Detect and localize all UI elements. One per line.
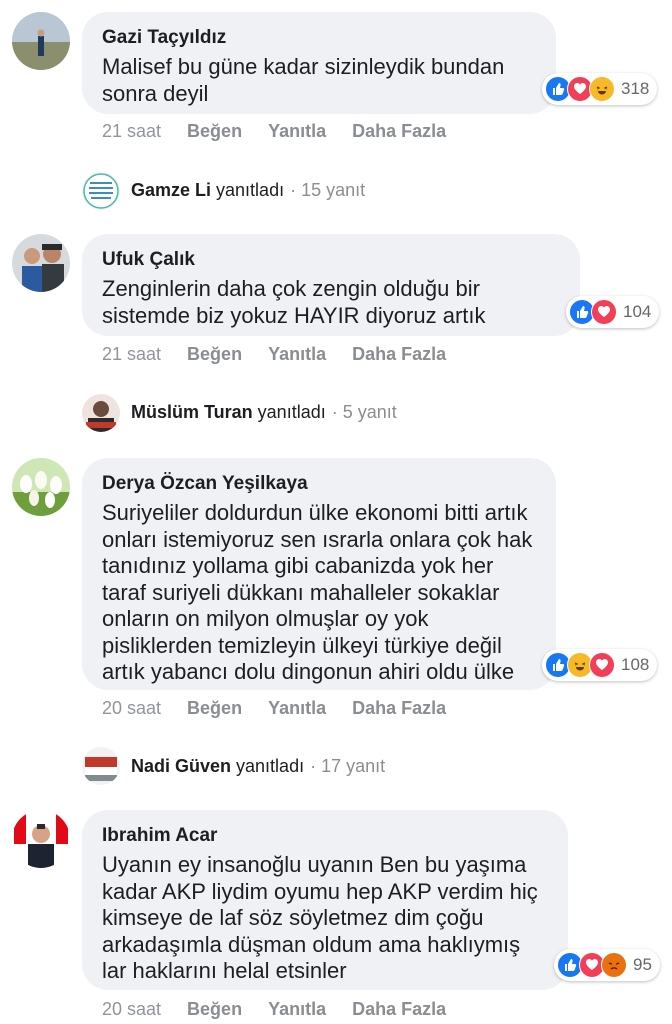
- reply-avatar[interactable]: [82, 747, 120, 785]
- reactions-summary[interactable]: 318: [542, 73, 658, 105]
- reaction-count: 104: [623, 302, 652, 321]
- comment-author[interactable]: Ufuk Çalık: [102, 248, 560, 272]
- comment-time[interactable]: 21 saat: [102, 121, 161, 142]
- angry-icon: [601, 952, 627, 978]
- more-button[interactable]: Daha Fazla: [352, 121, 446, 142]
- reply-author[interactable]: Gamze Li: [131, 180, 211, 201]
- more-button[interactable]: Daha Fazla: [352, 344, 446, 365]
- reply-verb: yanıtladı: [257, 402, 326, 422]
- love-icon: [591, 299, 617, 325]
- comment-text: Zenginlerin daha çok zengin olduğu bir s…: [102, 276, 486, 328]
- haha-icon: [589, 76, 615, 102]
- comment-author[interactable]: Ibrahim Acar: [102, 824, 548, 848]
- reactions-summary[interactable]: 95: [554, 949, 660, 981]
- reply-avatar[interactable]: [82, 172, 120, 210]
- reactions-summary[interactable]: 104: [566, 296, 660, 328]
- more-button[interactable]: Daha Fazla: [352, 999, 446, 1020]
- comment-author[interactable]: Gazi Taçyıldız: [102, 26, 536, 50]
- reply-button[interactable]: Yanıtla: [268, 999, 326, 1020]
- reply-count[interactable]: · 17 yanıt: [310, 756, 385, 777]
- reply-button[interactable]: Yanıtla: [268, 698, 326, 719]
- avatar[interactable]: [12, 234, 70, 292]
- avatar[interactable]: [12, 458, 70, 516]
- reaction-count: 108: [621, 655, 650, 674]
- reply-verb: yanıtladı: [216, 180, 285, 200]
- comment-text: Suriyeliler doldurdun ülke ekonomi bitti…: [102, 500, 533, 684]
- reply-avatar[interactable]: [82, 394, 120, 432]
- comment-bubble: Gazi Taçyıldız Malisef bu güne kadar siz…: [82, 12, 556, 114]
- reply-button[interactable]: Yanıtla: [268, 344, 326, 365]
- comment-time[interactable]: 20 saat: [102, 999, 161, 1020]
- comment-bubble: Ibrahim Acar Uyanın ey insanoğlu uyanın …: [82, 810, 568, 990]
- reply-summary[interactable]: Nadi Güven yanıtladı · 17 yanıt: [131, 756, 385, 777]
- reply-count[interactable]: · 15 yanıt: [290, 180, 365, 201]
- reply-button[interactable]: Yanıtla: [268, 121, 326, 142]
- comment-text: Uyanın ey insanoğlu uyanın Ben bu yaşıma…: [102, 852, 538, 983]
- comment-actions: 21 saat Beğen Yanıtla Daha Fazla: [102, 121, 446, 142]
- reply-verb: yanıtladı: [236, 756, 305, 776]
- reply-summary[interactable]: Müslüm Turan yanıtladı · 5 yanıt: [131, 402, 397, 423]
- comment-actions: 20 saat Beğen Yanıtla Daha Fazla: [102, 999, 446, 1020]
- reactions-summary[interactable]: 108: [542, 649, 658, 681]
- more-button[interactable]: Daha Fazla: [352, 698, 446, 719]
- comment-author[interactable]: Derya Özcan Yeşilkaya: [102, 472, 536, 496]
- love-icon: [589, 652, 615, 678]
- like-button[interactable]: Beğen: [187, 121, 242, 142]
- comment-actions: 21 saat Beğen Yanıtla Daha Fazla: [102, 344, 446, 365]
- reaction-count: 318: [621, 79, 650, 98]
- like-button[interactable]: Beğen: [187, 999, 242, 1020]
- reply-count[interactable]: · 5 yanıt: [332, 402, 397, 423]
- avatar[interactable]: [12, 810, 70, 868]
- reply-author[interactable]: Nadi Güven: [131, 756, 231, 777]
- comment-time[interactable]: 21 saat: [102, 344, 161, 365]
- comment-actions: 20 saat Beğen Yanıtla Daha Fazla: [102, 698, 446, 719]
- comment-time[interactable]: 20 saat: [102, 698, 161, 719]
- comment-bubble: Ufuk Çalık Zenginlerin daha çok zengin o…: [82, 234, 580, 336]
- like-button[interactable]: Beğen: [187, 698, 242, 719]
- reply-author[interactable]: Müslüm Turan: [131, 402, 253, 423]
- like-button[interactable]: Beğen: [187, 344, 242, 365]
- reply-summary[interactable]: Gamze Li yanıtladı · 15 yanıt: [131, 180, 365, 201]
- comment-text: Malisef bu güne kadar sizinleydik bundan…: [102, 54, 505, 106]
- avatar[interactable]: [12, 12, 70, 70]
- comment-bubble: Derya Özcan Yeşilkaya Suriyeliler doldur…: [82, 458, 556, 690]
- reaction-count: 95: [633, 955, 652, 974]
